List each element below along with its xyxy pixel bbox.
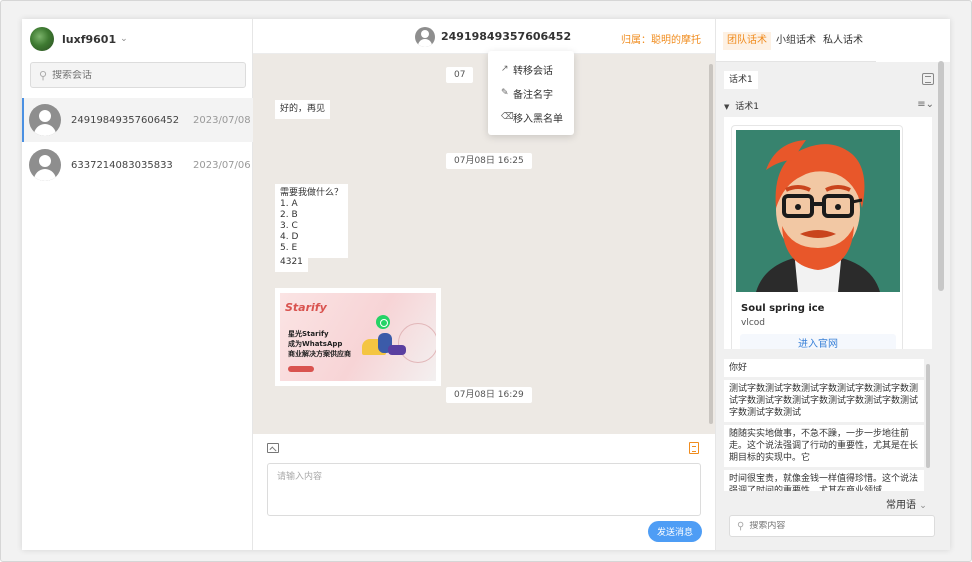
- chat-scrollbar[interactable]: [709, 64, 713, 424]
- script-group-label: 话术1: [735, 102, 759, 112]
- decor-circle: [398, 323, 436, 363]
- group-options-icon[interactable]: ≡⌄: [917, 99, 934, 110]
- compose-area: 发送消息: [253, 434, 715, 550]
- contact-avatar-icon: [415, 27, 435, 47]
- chevron-down-icon: ⌄: [919, 501, 927, 511]
- visit-website-link[interactable]: 进入官网: [740, 334, 896, 349]
- conversation-item-active[interactable]: 24919849357606452 2023/07/08: [22, 98, 253, 142]
- option-line: 1. A: [280, 199, 298, 209]
- tab-divider: [716, 61, 876, 62]
- menu-item-blacklist[interactable]: ⌫ 移入黑名单: [488, 105, 574, 129]
- phrase-item[interactable]: 随随实实地做事，不急不躁，一步一步地往前走。这个说法强调了行动的重要性，尤其是在…: [724, 425, 924, 467]
- conversation-search[interactable]: ⚲: [30, 62, 246, 88]
- list-menu-icon[interactable]: [922, 73, 934, 85]
- card-title: Soul spring ice: [741, 303, 825, 314]
- conversation-item[interactable]: 6337214083035833 2023/07/06: [22, 143, 253, 187]
- script-tag[interactable]: 话术1: [724, 71, 758, 89]
- message-input[interactable]: [267, 463, 701, 516]
- chat-panel: 24919849357606452 ⌄ 归属：聪明的摩托 07 好的，再见 07…: [253, 19, 715, 550]
- phrase-item[interactable]: 测试字数测试字数测试字数测试字数测试字数测试字数测试字数测试字数测试字数测试字数…: [724, 380, 924, 422]
- cartoon-avatar-illustration: [736, 130, 900, 292]
- script-group-row[interactable]: ▼ 话术1 ≡⌄: [724, 99, 934, 115]
- contact-name: 24919849357606452: [71, 114, 180, 126]
- starify-logo: Starify: [285, 301, 327, 314]
- message-list[interactable]: 07 好的，再见 07月08日 16:25 需要我做什么？ 1. A 2. B …: [253, 54, 715, 434]
- time-divider: 07月08日 16:29: [446, 387, 532, 403]
- option-line: 3. C: [280, 221, 298, 231]
- menu-item-remark[interactable]: ✎ 备注名字: [488, 81, 574, 105]
- promo-button-graphic: [288, 366, 314, 372]
- contact-date: 2023/07/06: [193, 159, 251, 171]
- common-phrases-label: 常用语: [886, 500, 916, 511]
- menu-item-label: 移入黑名单: [513, 113, 563, 125]
- chat-header: 24919849357606452 ⌄ 归属：聪明的摩托: [253, 19, 715, 54]
- trash-icon: ⌫: [501, 112, 514, 122]
- menu-item-label: 备注名字: [513, 89, 553, 101]
- phrase-search-input[interactable]: [749, 521, 920, 531]
- phrase-search[interactable]: ⚲: [729, 515, 935, 537]
- common-phrase-list: 你好 测试字数测试字数测试字数测试字数测试字数测试字数测试字数测试字数测试字数测…: [724, 359, 924, 491]
- phrase-scrollbar[interactable]: [926, 364, 930, 468]
- image-upload-icon[interactable]: [267, 443, 279, 453]
- user-avatar: [30, 27, 54, 51]
- app-window: luxf9601 ⌄ ⚲ 24919849357606452 2023/07/0…: [22, 19, 950, 550]
- pencil-icon: ✎: [501, 88, 509, 98]
- contact-name: 6337214083035833: [71, 159, 173, 171]
- time-divider: 07月08日 16:25: [446, 153, 532, 169]
- common-phrases-toggle[interactable]: 常用语 ⌄: [886, 496, 927, 511]
- chevron-down-icon: ⌄: [120, 34, 128, 44]
- time-divider: 07: [446, 67, 474, 83]
- contact-avatar-icon: [29, 104, 61, 136]
- card-container: Soul spring ice vlcod 进入官网: [724, 117, 932, 349]
- user-name: luxf9601: [62, 32, 117, 46]
- script-panel: 团队话术 小组话术 私人话术 话术1 ▼ 话术1 ≡⌄ Soul spring …: [715, 19, 950, 550]
- contact-avatar-icon: [29, 149, 61, 181]
- phrase-item[interactable]: 时间很宝贵，就像金钱一样值得珍惜。这个说法强调了时间的重要性，尤其在商业领域: [724, 470, 924, 491]
- ownership-label: 归属：聪明的摩托: [621, 35, 701, 46]
- contact-action-menu: ↗ 转移会话 ✎ 备注名字 ⌫ 移入黑名单: [488, 51, 574, 135]
- option-line: 2. B: [280, 210, 298, 220]
- tab-team-scripts[interactable]: 团队话术: [723, 32, 771, 50]
- message-text: 4321: [280, 257, 303, 267]
- account-switcher[interactable]: luxf9601 ⌄: [30, 27, 128, 51]
- menu-item-label: 转移会话: [513, 65, 553, 77]
- search-icon: ⚲: [737, 520, 745, 532]
- promo-image: Starify 星光Starify 成为WhatsApp 商业解决方案供应商: [280, 293, 436, 381]
- promo-line: 商业解决方案供应商: [288, 350, 351, 358]
- message-text: 好的，再见: [280, 104, 326, 114]
- message-bubble: 4321: [275, 253, 308, 272]
- option-line: 4. D: [280, 232, 299, 242]
- caret-down-icon: ▼: [724, 103, 730, 111]
- message-bubble: 好的，再见: [275, 100, 331, 119]
- search-icon: ⚲: [39, 68, 48, 82]
- whatsapp-icon: [376, 315, 390, 329]
- link-card[interactable]: Soul spring ice vlcod 进入官网: [731, 125, 903, 349]
- script-header: 话术1: [724, 71, 934, 91]
- tab-group-scripts[interactable]: 小组话术: [772, 32, 820, 50]
- image-message[interactable]: Starify 星光Starify 成为WhatsApp 商业解决方案供应商: [275, 288, 441, 386]
- send-button[interactable]: 发送消息: [648, 521, 702, 542]
- tab-private-scripts[interactable]: 私人话术: [819, 32, 867, 50]
- conversation-sidebar: luxf9601 ⌄ ⚲ 24919849357606452 2023/07/0…: [22, 19, 253, 550]
- promo-line: 成为WhatsApp: [288, 340, 343, 348]
- card-image: [736, 130, 900, 292]
- phrase-item[interactable]: 你好: [724, 359, 924, 377]
- arrow-up-right-icon: ↗: [501, 64, 509, 74]
- chevron-down-icon[interactable]: ⌄: [545, 31, 553, 41]
- message-bubble: 需要我做什么？ 1. A 2. B 3. C 4. D 5. E: [275, 184, 349, 258]
- card-subtitle: vlcod: [741, 318, 765, 328]
- illustration-shape: [388, 345, 406, 355]
- contact-date: 2023/07/08: [193, 114, 251, 126]
- script-tabs: 团队话术 小组话术 私人话术: [716, 19, 950, 62]
- promo-line: 星光Starify: [288, 330, 329, 338]
- conversation-search-input[interactable]: [52, 69, 233, 81]
- menu-item-transfer[interactable]: ↗ 转移会话: [488, 57, 574, 81]
- script-scrollbar[interactable]: [938, 61, 944, 291]
- message-text: 需要我做什么？: [280, 188, 344, 198]
- document-icon[interactable]: [689, 442, 699, 454]
